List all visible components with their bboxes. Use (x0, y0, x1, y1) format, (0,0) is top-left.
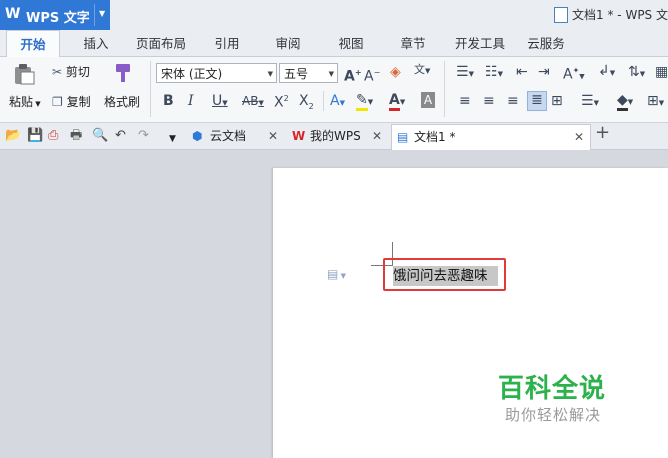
underline-icon[interactable]: U▼ (212, 93, 228, 111)
open-folder-icon[interactable]: 📂 (5, 128, 21, 144)
text-effect-icon[interactable]: A▼ (330, 93, 345, 111)
phonetic-guide-icon[interactable]: 文▼ (414, 62, 430, 79)
format-painter-label: 格式刷 (104, 95, 141, 109)
brush-icon (116, 64, 130, 82)
close-icon[interactable]: ✕ (372, 124, 382, 148)
close-icon[interactable]: ✕ (268, 124, 278, 148)
export-pdf-icon[interactable]: ⎙ (48, 128, 58, 144)
shading-icon[interactable]: ◆▼ (617, 92, 633, 111)
ribbon-toolbar: 粘贴 ▼ ✂ 剪切 ❐ 复制 格式刷 宋体 (正文) ▼ 五号 ▼ A+ A− ◈ … (0, 57, 668, 123)
document-icon (554, 6, 569, 23)
paragraph-options-icon[interactable]: ▤ ▼ (327, 267, 346, 281)
new-tab-icon[interactable]: + (595, 124, 610, 142)
watermark-subtitle: 助你轻松解决 (505, 406, 602, 424)
app-name: WPS 文字 (26, 11, 90, 26)
tab-label: 云文档 (210, 129, 247, 143)
tab-section[interactable]: 章节 (391, 30, 435, 56)
document-page[interactable] (273, 168, 668, 458)
divider (94, 4, 95, 26)
font-size-select[interactable]: 五号 ▼ (279, 63, 338, 83)
wps-logo-icon: W (292, 129, 306, 143)
clear-format-icon[interactable]: ◈ (390, 64, 401, 80)
divider (150, 61, 151, 117)
bold-icon[interactable]: B (163, 93, 174, 109)
undo-icon[interactable]: ↶ (115, 128, 126, 144)
sort-icon[interactable]: ⇅▼ (628, 64, 645, 82)
copy-icon: ❐ (52, 95, 63, 109)
highlight-icon[interactable]: ✎▼ (356, 92, 373, 111)
wps-logo-icon: W (5, 6, 21, 22)
close-icon[interactable]: ✕ (574, 125, 584, 149)
numbered-list-icon[interactable]: ☷▼ (485, 64, 503, 82)
app-menu-button[interactable]: W WPS 文字 ▼ (0, 0, 110, 30)
tab-label: 文档1 * (414, 130, 456, 144)
increase-indent-icon[interactable]: ⇥ (538, 64, 550, 80)
decrease-indent-icon[interactable]: ⇤ (516, 64, 528, 80)
print-icon[interactable]: 🖶 (70, 128, 82, 144)
window-title-text: 文档1 * - WPS 文 (572, 8, 668, 22)
document-tab-bar: 📂 💾 ⎙ 🖶 🔍 ↶ ↷ ▼ ⬢ 云文档 ✕ W 我的WPS ✕ ▤ 文档1 … (0, 123, 668, 150)
grow-font-icon[interactable]: A+ (344, 65, 362, 85)
tab-home[interactable]: 开始 (6, 30, 60, 58)
strikethrough-icon[interactable]: AB▼ (242, 93, 264, 111)
table-icon[interactable]: ▦ (655, 64, 668, 80)
border-icon[interactable]: ⊞▼ (647, 93, 664, 111)
tab-developer[interactable]: 开发工具 (449, 30, 511, 56)
superscript-icon[interactable]: X2 (274, 91, 289, 111)
align-right-icon[interactable]: ≡ (507, 93, 519, 109)
divider (323, 91, 324, 111)
font-color-icon[interactable]: A▼ (389, 92, 405, 111)
chevron-down-icon[interactable]: ▼ (99, 9, 105, 18)
change-case-icon[interactable]: A✦▼ (563, 63, 585, 85)
watermark-title: 百科全说 (498, 374, 607, 404)
tab-my-wps[interactable]: W 我的WPS ✕ (288, 124, 388, 148)
title-bar: W WPS 文字 ▼ 文档1 * - WPS 文 (0, 0, 668, 30)
menu-bar: 开始 插入 页面布局 引用 审阅 视图 章节 开发工具 云服务 (0, 30, 668, 58)
tab-view[interactable]: 视图 (329, 30, 373, 56)
selected-text[interactable]: 饿问问去恶趣味 (393, 266, 498, 286)
tab-insert[interactable]: 插入 (70, 30, 122, 56)
redo-icon[interactable]: ↷ (138, 128, 149, 144)
clipboard-icon (15, 64, 35, 85)
quick-access-dropdown-icon[interactable]: ▼ (169, 131, 176, 147)
tab-review[interactable]: 审阅 (266, 30, 310, 56)
format-painter-button[interactable] (110, 62, 134, 86)
subscript-icon[interactable]: X2 (299, 93, 314, 115)
save-icon[interactable]: 💾 (27, 128, 43, 144)
justify-icon[interactable]: ≣ (527, 91, 547, 111)
copy-label: 复制 (66, 95, 91, 109)
print-preview-icon[interactable]: 🔍 (92, 128, 108, 144)
paste-button[interactable] (12, 63, 38, 85)
tab-document1[interactable]: ▤ 文档1 * ✕ (391, 124, 591, 150)
tab-cloud-docs[interactable]: ⬢ 云文档 ✕ (188, 124, 284, 148)
char-shading-icon[interactable]: A (421, 92, 435, 108)
window-title: 文档1 * - WPS 文 (554, 0, 668, 30)
tab-label: 我的WPS (310, 129, 361, 143)
document-icon: ▤ (397, 130, 409, 144)
chinese-layout-icon[interactable]: ↲▼ (598, 63, 615, 81)
shrink-font-icon[interactable]: A− (364, 65, 380, 85)
tab-page-layout[interactable]: 页面布局 (130, 30, 192, 56)
tab-cloud-service[interactable]: 云服务 (521, 30, 571, 56)
cut-button[interactable]: ✂ 剪切 (52, 63, 90, 80)
divider (444, 61, 445, 117)
font-name-select[interactable]: 宋体 (正文) ▼ (156, 63, 277, 83)
align-center-icon[interactable]: ≡ (483, 93, 495, 109)
italic-icon[interactable]: I (188, 93, 194, 109)
align-left-icon[interactable]: ≡ (459, 93, 471, 109)
tab-references[interactable]: 引用 (205, 30, 249, 56)
cut-label: 剪切 (65, 65, 90, 79)
bullet-list-icon[interactable]: ☰▼ (456, 64, 474, 82)
distributed-align-icon[interactable]: ⊞ (551, 93, 563, 109)
paste-label[interactable]: 粘贴 ▼ (9, 93, 41, 110)
copy-button[interactable]: ❐ 复制 (52, 93, 91, 110)
line-spacing-icon[interactable]: ☰▼ (581, 93, 599, 111)
cloud-icon: ⬢ (192, 129, 203, 143)
